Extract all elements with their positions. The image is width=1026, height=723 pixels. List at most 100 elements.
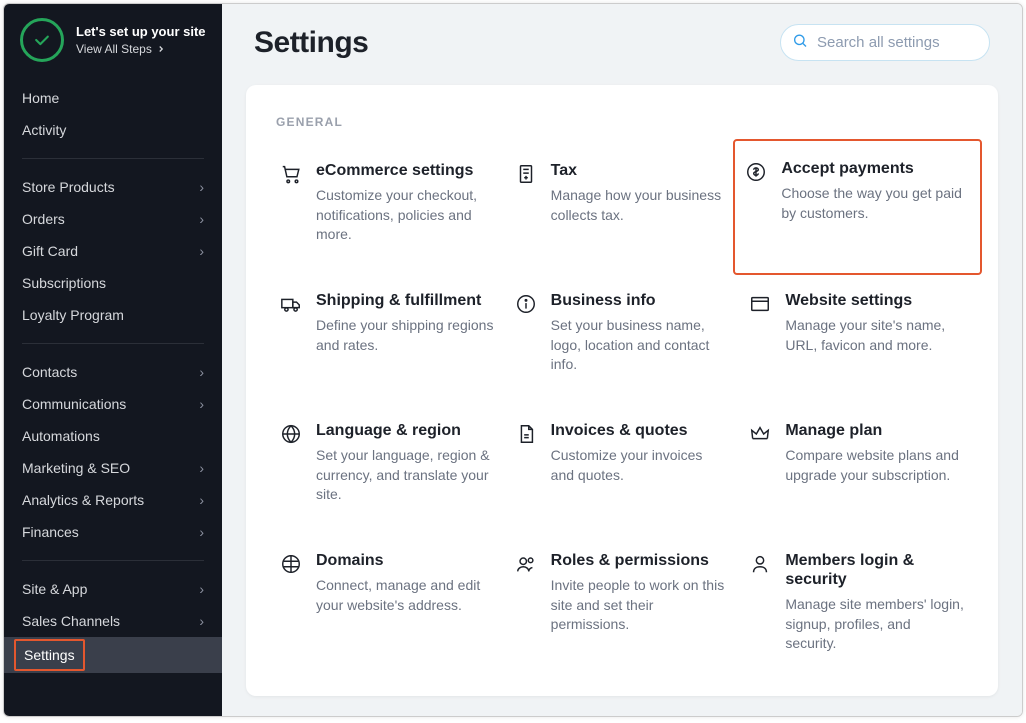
chevron-right-icon [156, 44, 166, 54]
tile-title: Shipping & fulfillment [316, 291, 495, 310]
chevron-right-icon: › [199, 243, 204, 259]
settings-highlight: Settings [14, 639, 85, 671]
tile-title: Language & region [316, 421, 495, 440]
nav-label: Analytics & Reports [22, 492, 144, 508]
nav-marketing-seo[interactable]: Marketing & SEO› [4, 452, 222, 484]
nav-store-products[interactable]: Store Products› [4, 171, 222, 203]
nav-group-marketing: Contacts› Communications› Automations Ma… [4, 350, 222, 554]
tile-tax[interactable]: Tax Manage how your business collects ta… [511, 159, 734, 247]
main-header: Settings [222, 4, 1022, 85]
nav-gift-card[interactable]: Gift Card› [4, 235, 222, 267]
globe-icon [280, 423, 302, 445]
tile-title: Members login & security [785, 551, 964, 589]
tile-title: eCommerce settings [316, 161, 495, 180]
tile-title: Accept payments [781, 159, 968, 178]
nav-automations[interactable]: Automations [4, 420, 222, 452]
tile-language-region[interactable]: Language & region Set your language, reg… [276, 419, 499, 507]
nav-analytics[interactable]: Analytics & Reports › [4, 484, 222, 516]
nav-subscriptions[interactable]: Subscriptions [4, 267, 222, 299]
search-icon [792, 32, 808, 53]
nav-activity-label: Activity [22, 122, 66, 138]
chevron-right-icon: › [199, 396, 204, 412]
nav-label: Contacts [22, 364, 77, 380]
tile-business-info[interactable]: Business info Set your business name, lo… [511, 289, 734, 377]
nav-group-store: Store Products› Orders› Gift Card› Subsc… [4, 165, 222, 337]
nav-contacts[interactable]: Contacts› [4, 356, 222, 388]
search-input[interactable] [780, 24, 990, 61]
nav-label: Finances [22, 524, 79, 540]
tile-ecommerce[interactable]: eCommerce settings Customize your checko… [276, 159, 499, 247]
main-content: Settings GENERAL eCommerce settings Cust… [222, 4, 1022, 716]
tile-desc: Set your business name, logo, location a… [551, 316, 730, 375]
tile-title: Roles & permissions [551, 551, 730, 570]
nav-loyalty[interactable]: Loyalty Program [4, 299, 222, 331]
tile-accept-payments[interactable]: Accept payments Choose the way you get p… [733, 139, 982, 275]
tile-title: Website settings [785, 291, 964, 310]
tile-roles[interactable]: Roles & permissions Invite people to wor… [511, 549, 734, 656]
nav-sales-channels[interactable]: Sales Channels› [4, 605, 222, 637]
globe-web-icon [280, 553, 302, 575]
nav-communications[interactable]: Communications › [4, 388, 222, 420]
nav-group-main: Home Activity [4, 76, 222, 152]
tile-desc: Compare website plans and upgrade your s… [785, 446, 964, 485]
setup-text: Let's set up your site View All Steps [76, 24, 206, 57]
setup-link-label: View All Steps [76, 42, 152, 56]
nav-label: Store Products [22, 179, 115, 195]
settings-card: GENERAL eCommerce settings Customize you… [246, 85, 998, 696]
nav-label: Orders [22, 211, 65, 227]
setup-block[interactable]: Let's set up your site View All Steps [4, 4, 222, 76]
chevron-right-icon: › [199, 492, 204, 508]
nav-activity[interactable]: Activity [4, 114, 222, 146]
nav-label: Automations [22, 428, 100, 444]
nav-finances[interactable]: Finances › [4, 516, 222, 548]
sidebar: Let's set up your site View All Steps Ho… [4, 4, 222, 716]
nav-home-label: Home [22, 90, 59, 106]
tile-invoices[interactable]: Invoices & quotes Customize your invoice… [511, 419, 734, 507]
tile-title: Domains [316, 551, 495, 570]
check-icon [32, 30, 52, 50]
browser-icon [749, 293, 771, 315]
tile-website-settings[interactable]: Website settings Manage your site's name… [745, 289, 968, 377]
nav-label: Sales Channels [22, 613, 120, 629]
tile-desc: Customize your checkout, notifications, … [316, 186, 495, 245]
truck-icon [280, 293, 302, 315]
nav-label: Site & App [22, 581, 87, 597]
nav-label: Loyalty Program [22, 307, 124, 323]
tile-shipping[interactable]: Shipping & fulfillment Define your shipp… [276, 289, 499, 377]
nav-divider [22, 158, 204, 159]
receipt-icon [515, 163, 537, 185]
nav-site-app[interactable]: Site & App› [4, 573, 222, 605]
chevron-right-icon: › [199, 211, 204, 227]
tile-domains[interactable]: Domains Connect, manage and edit your we… [276, 549, 499, 656]
nav-group-site: Site & App› Sales Channels› Settings [4, 567, 222, 679]
app-frame: Let's set up your site View All Steps Ho… [3, 3, 1023, 717]
cart-icon [280, 163, 302, 185]
setup-view-all-link[interactable]: View All Steps [76, 42, 206, 56]
users-icon [515, 553, 537, 575]
nav-settings[interactable]: Settings [4, 637, 222, 673]
nav-home[interactable]: Home [4, 82, 222, 114]
search-wrap [780, 24, 990, 61]
nav-divider [22, 560, 204, 561]
nav-label: Communications [22, 396, 126, 412]
setup-progress-circle [20, 18, 64, 62]
tile-desc: Manage how your business collects tax. [551, 186, 730, 225]
tile-title: Tax [551, 161, 730, 180]
chevron-right-icon: › [199, 460, 204, 476]
tile-manage-plan[interactable]: Manage plan Compare website plans and up… [745, 419, 968, 507]
tile-desc: Choose the way you get paid by customers… [781, 184, 968, 223]
tile-members[interactable]: Members login & security Manage site mem… [745, 549, 968, 656]
nav-orders[interactable]: Orders › [4, 203, 222, 235]
nav-divider [22, 343, 204, 344]
settings-grid: eCommerce settings Customize your checko… [276, 159, 968, 656]
tile-desc: Manage site members' login, signup, prof… [785, 595, 964, 654]
crown-icon [749, 423, 771, 445]
nav-settings-label: Settings [24, 647, 75, 663]
tile-desc: Define your shipping regions and rates. [316, 316, 495, 355]
user-icon [749, 553, 771, 575]
info-icon [515, 293, 537, 315]
chevron-right-icon: › [199, 524, 204, 540]
setup-title: Let's set up your site [76, 24, 206, 40]
tile-desc: Invite people to work on this site and s… [551, 576, 730, 635]
dollar-circle-icon [745, 161, 767, 183]
